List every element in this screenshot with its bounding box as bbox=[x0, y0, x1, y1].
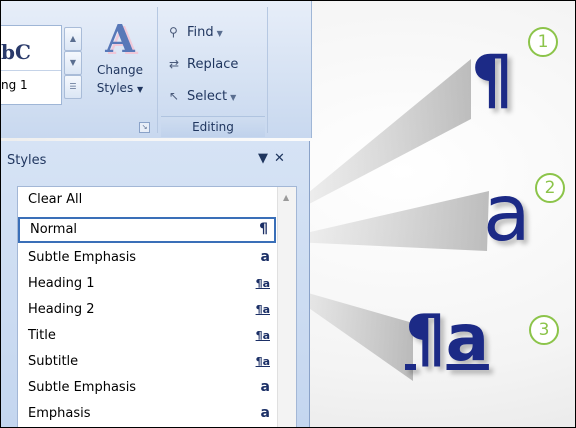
select-button[interactable]: ↖ Select ▼ bbox=[169, 89, 236, 104]
list-item[interactable]: Title ¶a bbox=[18, 325, 276, 349]
replace-label: Replace bbox=[187, 57, 239, 72]
linked-style-icon: ¶a bbox=[255, 303, 270, 316]
list-scrollbar[interactable]: ▲ bbox=[277, 187, 296, 427]
scroll-up-icon[interactable]: ▲ bbox=[283, 193, 289, 202]
styles-pane: Styles ▼✕ Clear All Normal ¶ Subtle Emph… bbox=[1, 141, 310, 427]
gallery-down-button[interactable]: ▼ bbox=[64, 51, 82, 75]
change-styles-label-1: Change bbox=[97, 63, 143, 77]
callout-number-1: 1 bbox=[528, 27, 558, 57]
pane-title: Styles bbox=[7, 153, 47, 168]
change-styles-icon: A bbox=[105, 16, 135, 61]
screenshot-frame: bC ng 1 ▲ ▼ ☰ A Change Styles ▼ ↘ ⚲ Find ▼… bbox=[0, 0, 576, 428]
gallery-scroll: ▲ ▼ ☰ bbox=[62, 25, 82, 103]
change-styles-label-2: Styles ▼ bbox=[96, 81, 144, 95]
editing-group-label: Editing bbox=[161, 116, 265, 137]
paragraph-style-glyph: ¶ bbox=[471, 41, 513, 118]
linked-style-icon: ¶a bbox=[255, 355, 270, 368]
replace-button[interactable]: ⇄ Replace bbox=[169, 57, 238, 72]
gallery-up-button[interactable]: ▲ bbox=[64, 27, 82, 51]
callout-number-3: 3 bbox=[529, 315, 559, 345]
group-separator bbox=[157, 7, 158, 133]
gallery-more-button[interactable]: ☰ bbox=[64, 75, 82, 99]
character-style-glyph: a bbox=[483, 169, 531, 259]
list-item-selected[interactable]: Normal ¶ bbox=[18, 217, 276, 243]
list-item[interactable]: Clear All bbox=[18, 189, 276, 213]
list-item[interactable]: Heading 2 ¶a bbox=[18, 299, 276, 323]
pane-controls: ▼✕ bbox=[258, 151, 291, 166]
ribbon: bC ng 1 ▲ ▼ ☰ A Change Styles ▼ ↘ ⚲ Find ▼… bbox=[1, 1, 312, 138]
linked-style-glyph: ¶a bbox=[405, 302, 489, 376]
callout-number-2: 2 bbox=[535, 173, 565, 203]
list-item[interactable]: Subtle Emphasis a bbox=[18, 377, 276, 401]
select-label: Select bbox=[187, 89, 228, 104]
list-item[interactable]: Heading 1 ¶a bbox=[18, 273, 276, 297]
character-style-icon: a bbox=[260, 249, 270, 265]
list-item[interactable]: Subtitle ¶a bbox=[18, 351, 276, 375]
character-style-icon: a bbox=[260, 379, 270, 395]
group-separator bbox=[267, 7, 268, 133]
replace-icon: ⇄ bbox=[169, 57, 180, 71]
list-item[interactable]: Emphasis a bbox=[18, 403, 276, 427]
change-styles-button[interactable]: A Change Styles ▼ bbox=[85, 19, 155, 119]
chevron-down-icon: ▼ bbox=[216, 29, 223, 38]
styles-list[interactable]: Clear All Normal ¶ Subtle Emphasis a Hea… bbox=[17, 186, 297, 427]
binoculars-icon: ⚲ bbox=[169, 25, 178, 39]
quick-style-gallery[interactable]: bC ng 1 bbox=[1, 25, 62, 105]
chevron-down-icon: ▼ bbox=[230, 93, 237, 102]
list-item[interactable]: Subtle Emphasis a bbox=[18, 247, 276, 271]
find-button[interactable]: ⚲ Find ▼ bbox=[169, 25, 223, 40]
character-style-icon: a bbox=[260, 405, 270, 421]
find-label: Find bbox=[187, 25, 214, 40]
style-preview-caption: ng 1 bbox=[1, 78, 57, 92]
dialog-launcher-icon[interactable]: ↘ bbox=[139, 122, 150, 133]
style-divider bbox=[1, 70, 61, 71]
linked-style-icon: ¶a bbox=[255, 329, 270, 342]
pane-menu-icon[interactable]: ▼ bbox=[258, 151, 274, 166]
paragraph-mark-icon: ¶ bbox=[259, 221, 268, 237]
close-icon[interactable]: ✕ bbox=[274, 151, 291, 166]
linked-style-icon: ¶a bbox=[255, 277, 270, 290]
style-preview-text: bC bbox=[1, 40, 31, 64]
cursor-icon: ↖ bbox=[169, 89, 180, 103]
editing-group: ⚲ Find ▼ ⇄ Replace ↖ Select ▼ Editing bbox=[161, 1, 267, 138]
